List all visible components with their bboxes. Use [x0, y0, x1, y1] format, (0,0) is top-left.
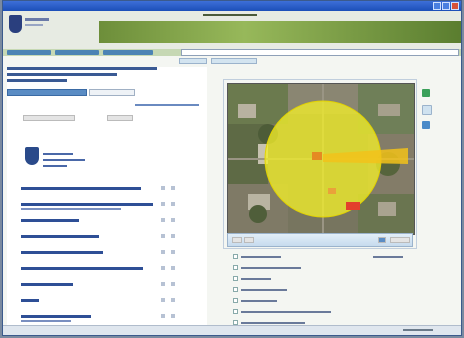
- nav-button-2[interactable]: [55, 50, 99, 55]
- list-item[interactable]: [21, 183, 191, 199]
- browser-window: [2, 0, 462, 336]
- layer-item[interactable]: [233, 297, 363, 305]
- close-button[interactable]: [451, 2, 459, 10]
- window-controls: [433, 2, 459, 10]
- info-icon[interactable]: [378, 237, 386, 243]
- list-item[interactable]: [21, 295, 191, 311]
- results-list: [21, 183, 191, 327]
- site-subtitle-text: [25, 24, 43, 26]
- tab-details[interactable]: [89, 89, 135, 96]
- layer-item[interactable]: [233, 264, 363, 272]
- minimize-button[interactable]: [433, 2, 441, 10]
- option-button-2[interactable]: [107, 115, 133, 121]
- map-canvas[interactable]: [227, 83, 415, 235]
- list-item[interactable]: [21, 199, 191, 215]
- header-top-links[interactable]: [203, 14, 257, 16]
- aerial-map-image: [228, 84, 414, 234]
- layer-icon[interactable]: [422, 121, 430, 129]
- layer-checkbox[interactable]: [233, 254, 238, 259]
- map-toolbar: [227, 233, 413, 247]
- nav-button-1[interactable]: [7, 50, 51, 55]
- department-line-3: [43, 165, 67, 167]
- list-item[interactable]: [21, 231, 191, 247]
- panel-heading: [7, 67, 205, 87]
- tab-search-results[interactable]: [7, 89, 87, 96]
- layer-item[interactable]: [233, 275, 363, 283]
- header-banner-photo: [99, 21, 461, 43]
- nav-button-3[interactable]: [103, 50, 153, 55]
- seal-mark: [9, 15, 22, 33]
- layer-header: [233, 253, 413, 261]
- layer-item[interactable]: [233, 308, 363, 316]
- list-item[interactable]: [21, 215, 191, 231]
- tab-1[interactable]: [179, 58, 207, 64]
- site-name-text: [25, 18, 49, 21]
- title-bar: [3, 1, 461, 11]
- department-name: [43, 153, 73, 155]
- list-item[interactable]: [21, 247, 191, 263]
- maximize-button[interactable]: [442, 2, 450, 10]
- status-bar: [3, 325, 461, 335]
- map-tool-button[interactable]: [390, 237, 410, 243]
- zoom-out-icon[interactable]: [244, 237, 254, 243]
- government-seal-icon: [25, 147, 39, 165]
- department-subtitle: [43, 159, 85, 161]
- tab-2[interactable]: [211, 58, 257, 64]
- zoom-in-icon[interactable]: [232, 237, 242, 243]
- list-item[interactable]: [21, 279, 191, 295]
- map-menu-tabs: [179, 58, 257, 64]
- layer-item[interactable]: [233, 286, 363, 294]
- map-tool-icon[interactable]: [422, 105, 432, 115]
- city-seal-logo-icon[interactable]: [9, 15, 49, 37]
- layer-toggle-icon[interactable]: [422, 89, 430, 97]
- option-button-1[interactable]: [23, 115, 75, 121]
- search-input[interactable]: [181, 49, 459, 56]
- list-item[interactable]: [21, 263, 191, 279]
- panel-link[interactable]: [135, 104, 199, 106]
- status-zone: [403, 329, 433, 331]
